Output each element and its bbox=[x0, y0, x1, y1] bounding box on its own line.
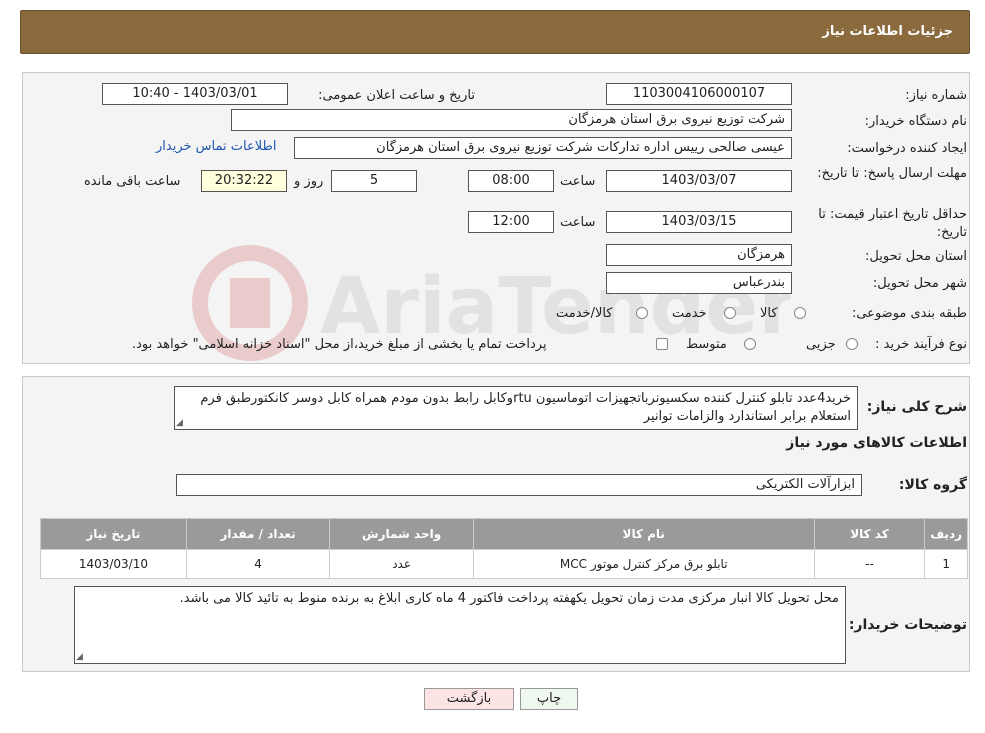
buyer-org-field: شرکت توزیع نیروی برق استان هرمزگان bbox=[231, 109, 792, 131]
requester-label: ایجاد کننده درخواست: bbox=[847, 141, 967, 156]
description-label: شرح کلی نیاز: bbox=[866, 399, 967, 415]
category-service-label: خدمت bbox=[672, 306, 707, 321]
process-medium-label: متوسط bbox=[686, 337, 727, 352]
col-code: کد کالا bbox=[813, 518, 926, 550]
treasury-checkbox[interactable] bbox=[656, 338, 668, 350]
buyer-notes-textarea: محل تحویل کالا انبار مرکزی مدت زمان تحوی… bbox=[74, 586, 846, 664]
validity-time-field: 12:00 bbox=[468, 211, 554, 233]
need-number-field: 1103004106000107 bbox=[606, 83, 792, 105]
category-label: طبقه بندی موضوعی: bbox=[851, 306, 967, 321]
page-title: جزئیات اطلاعات نیاز bbox=[822, 24, 953, 39]
process-minor-label: جزیی bbox=[806, 337, 836, 352]
process-label: نوع فرآیند خرید : bbox=[875, 337, 967, 352]
announce-datetime-field: 1403/03/01 - 10:40 bbox=[102, 83, 288, 105]
cell-date: 1403/03/10 bbox=[40, 549, 187, 579]
col-qty: تعداد / مقدار bbox=[185, 518, 331, 550]
province-field: هرمزگان bbox=[606, 244, 792, 266]
remaining-time-label: ساعت باقی مانده bbox=[84, 174, 181, 189]
deadline-days-field: 5 bbox=[331, 170, 417, 192]
col-unit: واحد شمارش bbox=[329, 518, 474, 550]
buyer-contact-link[interactable]: اطلاعات تماس خریدار bbox=[156, 139, 276, 154]
goods-section-title: اطلاعات کالاهای مورد نیاز bbox=[786, 435, 967, 451]
print-button[interactable]: چاپ bbox=[520, 688, 578, 710]
category-goods-service-label: کالا/خدمت bbox=[556, 306, 613, 321]
cell-name: تابلو برق مرکز کنترل موتور MCC bbox=[472, 549, 815, 579]
goods-table: ردیف کد کالا نام کالا واحد شمارش تعداد /… bbox=[40, 518, 968, 579]
requester-field: عیسی صالحی رییس اداره تدارکات شرکت توزیع… bbox=[294, 137, 792, 159]
announce-datetime-label: تاریخ و ساعت اعلان عمومی: bbox=[318, 88, 475, 103]
cell-code: -- bbox=[813, 549, 926, 579]
process-minor-radio[interactable] bbox=[846, 338, 858, 350]
description-resize-handle[interactable]: ◢ bbox=[176, 418, 186, 428]
goods-group-field: ابزارآلات الکتریکی bbox=[176, 474, 862, 496]
col-row: ردیف bbox=[924, 518, 968, 550]
cell-qty: 4 bbox=[185, 549, 331, 579]
province-label: استان محل تحویل: bbox=[865, 249, 967, 264]
need-number-label: شماره نیاز: bbox=[905, 88, 967, 103]
deadline-time-label: ساعت bbox=[560, 174, 596, 189]
category-goods-label: کالا bbox=[760, 306, 778, 321]
goods-table-wrapper: ردیف کد کالا نام کالا واحد شمارش تعداد /… bbox=[40, 518, 968, 579]
buyer-notes-label: توضیحات خریدار: bbox=[848, 617, 967, 633]
description-textarea: خرید4عدد تابلو کنترل کننده سکسیونرباتجهی… bbox=[174, 386, 858, 430]
buyer-notes-resize-handle[interactable]: ◢ bbox=[76, 652, 86, 662]
city-label: شهر محل تحویل: bbox=[872, 276, 967, 291]
validity-time-label: ساعت bbox=[560, 215, 596, 230]
table-row: 1 -- تابلو برق مرکز کنترل موتور MCC عدد … bbox=[40, 549, 968, 579]
goods-group-label: گروه کالا: bbox=[898, 477, 967, 493]
col-name: نام کالا bbox=[472, 518, 815, 550]
treasury-note: پرداخت تمام یا بخشی از مبلغ خرید،از محل … bbox=[132, 337, 547, 352]
deadline-date-field: 1403/03/07 bbox=[606, 170, 792, 192]
validity-date-field: 1403/03/15 bbox=[606, 211, 792, 233]
deadline-label: مهلت ارسال پاسخ: تا تاریخ: bbox=[817, 166, 967, 181]
validity-label: حداقل تاریخ اعتبار قیمت: تا تاریخ: bbox=[818, 207, 967, 240]
remaining-time-field: 20:32:22 bbox=[201, 170, 287, 192]
cell-unit: عدد bbox=[329, 549, 474, 579]
back-button[interactable]: بازگشت bbox=[424, 688, 514, 710]
deadline-days-label: روز و bbox=[294, 174, 324, 189]
process-medium-radio[interactable] bbox=[744, 338, 756, 350]
city-field: بندرعباس bbox=[606, 272, 792, 294]
category-goods-service-radio[interactable] bbox=[636, 307, 648, 319]
col-date: تاریخ نیاز bbox=[40, 518, 187, 550]
buyer-org-label: نام دستگاه خریدار: bbox=[864, 114, 967, 129]
category-goods-radio[interactable] bbox=[794, 307, 806, 319]
cell-row: 1 bbox=[924, 549, 968, 579]
category-service-radio[interactable] bbox=[724, 307, 736, 319]
page-header: جزئیات اطلاعات نیاز bbox=[20, 10, 970, 54]
deadline-time-field: 08:00 bbox=[468, 170, 554, 192]
goods-table-header: ردیف کد کالا نام کالا واحد شمارش تعداد /… bbox=[40, 518, 968, 550]
